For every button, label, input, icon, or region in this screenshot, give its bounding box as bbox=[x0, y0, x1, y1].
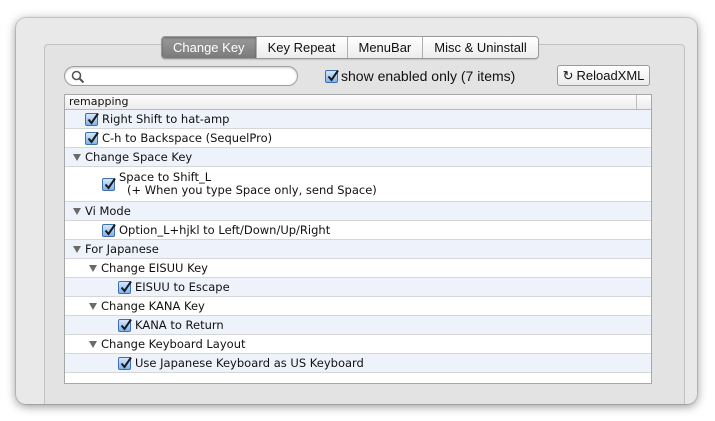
reload-xml-button[interactable]: ↻ ReloadXML bbox=[557, 65, 650, 86]
search-field[interactable] bbox=[64, 66, 298, 86]
list-item[interactable]: C-h to Backspace (SequelPro) bbox=[65, 129, 651, 148]
item-checkbox[interactable] bbox=[85, 112, 99, 126]
checkmark-icon bbox=[120, 356, 132, 369]
column-header-label: remapping bbox=[69, 95, 129, 108]
show-enabled-label: show enabled only (7 items) bbox=[341, 68, 516, 84]
remapping-outline[interactable]: remapping Right Shift to hat-amp C-h to … bbox=[64, 94, 652, 384]
item-label: Option_L+hjkl to Left/Down/Up/Right bbox=[119, 223, 331, 237]
tab-key-repeat[interactable]: Key Repeat bbox=[255, 37, 347, 58]
show-enabled-checkbox[interactable] bbox=[325, 69, 339, 83]
group-label: Change Keyboard Layout bbox=[101, 337, 246, 351]
item-checkbox[interactable] bbox=[102, 177, 116, 191]
group-label: Change EISUU Key bbox=[101, 261, 208, 275]
show-enabled-only-toggle[interactable]: show enabled only (7 items) bbox=[325, 68, 515, 84]
list-item[interactable]: Use Japanese Keyboard as US Keyboard bbox=[65, 354, 651, 373]
column-divider bbox=[636, 95, 637, 109]
checkmark-icon bbox=[104, 223, 116, 236]
list-item[interactable]: KANA to Return bbox=[65, 316, 651, 335]
item-checkbox[interactable] bbox=[85, 131, 99, 145]
item-description: (+ When you type Space only, send Space) bbox=[127, 183, 377, 197]
item-checkbox[interactable] bbox=[102, 223, 116, 237]
disclosure-triangle-icon[interactable] bbox=[73, 153, 81, 161]
checkmark-icon bbox=[327, 69, 339, 82]
group-label: Change Space Key bbox=[85, 150, 193, 164]
item-label: KANA to Return bbox=[135, 318, 224, 332]
item-checkbox[interactable] bbox=[118, 356, 132, 370]
reload-xml-label: ReloadXML bbox=[576, 68, 645, 83]
group-row[interactable]: Change Space Key bbox=[65, 148, 651, 167]
disclosure-triangle-icon[interactable] bbox=[89, 264, 97, 272]
tab-bar: Change Key Key Repeat MenuBar Misc & Uni… bbox=[161, 36, 539, 59]
search-icon bbox=[71, 70, 85, 84]
checkmark-icon bbox=[120, 280, 132, 293]
group-row[interactable]: Change KANA Key bbox=[65, 297, 651, 316]
checkmark-icon bbox=[104, 177, 116, 190]
group-label: For Japanese bbox=[85, 242, 159, 256]
list-item[interactable]: Space to Shift_L (+ When you type Space … bbox=[65, 167, 651, 202]
column-header[interactable]: remapping bbox=[65, 95, 651, 110]
item-label: Right Shift to hat-amp bbox=[102, 112, 230, 126]
disclosure-triangle-icon[interactable] bbox=[73, 245, 81, 253]
tab-change-key[interactable]: Change Key bbox=[162, 37, 256, 58]
checkmark-icon bbox=[120, 318, 132, 331]
search-input[interactable] bbox=[87, 68, 291, 86]
list-item[interactable]: Right Shift to hat-amp bbox=[65, 110, 651, 129]
item-label: EISUU to Escape bbox=[135, 280, 230, 294]
group-row[interactable]: Change Keyboard Layout bbox=[65, 335, 651, 354]
item-checkbox[interactable] bbox=[118, 318, 132, 332]
empty-row bbox=[65, 373, 651, 383]
list-item[interactable]: Option_L+hjkl to Left/Down/Up/Right bbox=[65, 221, 651, 240]
group-label: Vi Mode bbox=[85, 204, 131, 218]
disclosure-triangle-icon[interactable] bbox=[89, 340, 97, 348]
disclosure-triangle-icon[interactable] bbox=[89, 302, 97, 310]
group-row[interactable]: Change EISUU Key bbox=[65, 259, 651, 278]
disclosure-triangle-icon[interactable] bbox=[73, 207, 81, 215]
item-checkbox[interactable] bbox=[118, 280, 132, 294]
tab-misc-uninstall[interactable]: Misc & Uninstall bbox=[422, 37, 537, 58]
group-row[interactable]: Vi Mode bbox=[65, 202, 651, 221]
group-row[interactable]: For Japanese bbox=[65, 240, 651, 259]
checkmark-icon bbox=[87, 131, 99, 144]
preferences-window: Change Key Key Repeat MenuBar Misc & Uni… bbox=[16, 18, 697, 404]
group-label: Change KANA Key bbox=[101, 299, 205, 313]
checkmark-icon bbox=[87, 112, 99, 125]
tab-menubar[interactable]: MenuBar bbox=[346, 37, 423, 58]
reload-icon: ↻ bbox=[562, 67, 574, 83]
list-item[interactable]: EISUU to Escape bbox=[65, 278, 651, 297]
item-label: C-h to Backspace (SequelPro) bbox=[102, 131, 273, 145]
item-label: Use Japanese Keyboard as US Keyboard bbox=[135, 356, 364, 370]
